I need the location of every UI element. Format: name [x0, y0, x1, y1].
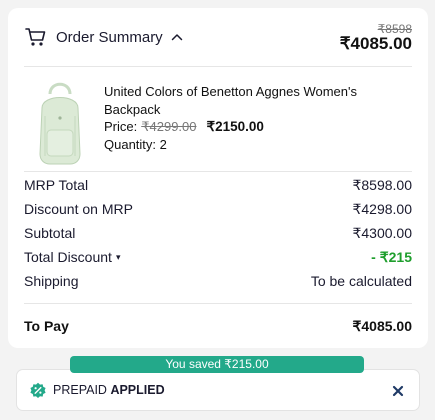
to-pay-value: ₹4085.00	[352, 318, 412, 334]
discount-mrp-value: ₹4298.00	[352, 201, 412, 217]
total-discount-row[interactable]: Total Discount ▾ - ₹215	[24, 249, 412, 269]
product-quantity: Quantity: 2	[104, 137, 167, 152]
divider	[24, 66, 412, 67]
close-icon[interactable]	[389, 382, 407, 400]
to-pay-row: To Pay ₹4085.00	[24, 318, 412, 338]
discounted-total: ₹4085.00	[339, 34, 412, 53]
divider	[24, 171, 412, 172]
subtotal-value: ₹4300.00	[352, 225, 412, 241]
chevron-up-icon[interactable]	[171, 32, 183, 42]
mrp-total-row: MRP Total ₹8598.00	[24, 177, 412, 197]
discount-mrp-row: Discount on MRP ₹4298.00	[24, 201, 412, 221]
order-summary-header[interactable]: Order Summary ₹8598 ₹4085.00	[8, 8, 428, 66]
total-discount-label: Total Discount	[24, 249, 112, 265]
mrp-total-label: MRP Total	[24, 177, 89, 193]
price-label: Price:	[104, 119, 138, 134]
to-pay-label: To Pay	[24, 318, 69, 334]
cart-icon	[25, 28, 46, 46]
mrp-total-value: ₹8598.00	[352, 177, 412, 193]
discount-mrp-label: Discount on MRP	[24, 201, 133, 217]
savings-badge: You saved ₹215.00	[70, 356, 364, 373]
shipping-value: To be calculated	[310, 273, 412, 289]
coupon-applied-label: APPLIED	[110, 383, 165, 397]
product-original-price: ₹4299.00	[141, 119, 197, 134]
total-discount-toggle[interactable]: Total Discount ▾	[24, 249, 120, 265]
subtotal-row: Subtotal ₹4300.00	[24, 225, 412, 245]
shipping-label: Shipping	[24, 273, 79, 289]
order-summary-card: Order Summary ₹8598 ₹4085.00 United Colo…	[8, 8, 428, 348]
coupon-code: PREPAID	[53, 383, 107, 397]
product-sale-price: ₹2150.00	[206, 119, 264, 134]
coupon-status: PREPAID APPLIED	[53, 383, 165, 397]
applied-coupon-box: PREPAID APPLIED	[16, 369, 420, 411]
discount-badge-icon	[30, 382, 46, 398]
shipping-row: Shipping To be calculated	[24, 273, 412, 293]
caret-down-icon: ▾	[115, 252, 121, 262]
backpack-image	[39, 82, 81, 165]
order-summary-title[interactable]: Order Summary	[56, 29, 163, 46]
divider	[24, 303, 412, 304]
product-price: Price: ₹4299.00 ₹2150.00	[104, 119, 264, 135]
total-discount-value: - ₹215	[371, 249, 412, 265]
product-name: United Colors of Benetton Aggnes Women's…	[104, 84, 357, 117]
subtotal-label: Subtotal	[24, 225, 76, 241]
